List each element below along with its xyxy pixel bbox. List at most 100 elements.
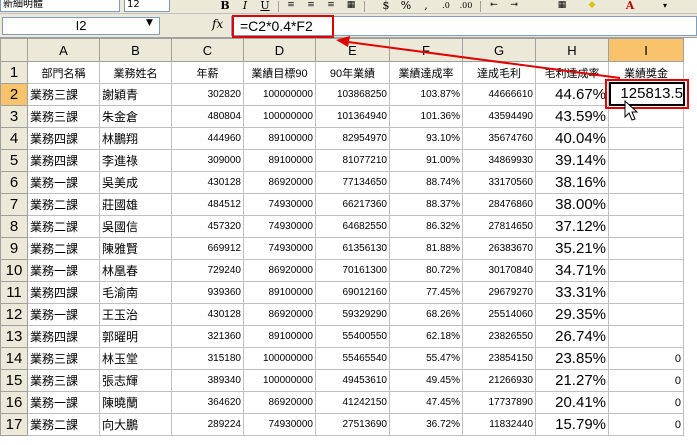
achievement-rate-cell[interactable]: 68.26% xyxy=(389,303,463,326)
row-header[interactable]: 5 xyxy=(0,149,28,172)
row-header[interactable]: 7 xyxy=(0,193,28,216)
name-cell[interactable]: 王玉治 xyxy=(99,303,172,326)
italic-button[interactable]: I xyxy=(237,0,253,12)
achievement-rate-cell[interactable]: 81.88% xyxy=(389,237,463,260)
header-cell-name[interactable]: 業務姓名 xyxy=(99,61,172,84)
row-header[interactable]: 16 xyxy=(0,391,28,414)
profit-rate-cell[interactable]: 38.00% xyxy=(535,193,609,216)
profit-cell[interactable]: 23826550 xyxy=(462,325,536,348)
name-cell[interactable]: 吳美成 xyxy=(99,171,172,194)
row-header[interactable]: 6 xyxy=(0,171,28,194)
column-header-A[interactable]: A xyxy=(27,38,100,62)
profit-rate-cell[interactable]: 37.12% xyxy=(535,215,609,238)
target-cell[interactable]: 100000000 xyxy=(243,105,316,128)
name-cell[interactable]: 李進祿 xyxy=(99,149,172,172)
row-header[interactable]: 15 xyxy=(0,369,28,392)
bonus-cell[interactable]: 0 xyxy=(608,369,684,392)
column-header-I[interactable]: I xyxy=(608,38,684,62)
dept-cell[interactable]: 業務四課 xyxy=(27,281,100,304)
dept-cell[interactable]: 業務一課 xyxy=(27,391,100,414)
target-cell[interactable]: 100000000 xyxy=(243,347,316,370)
bonus-cell[interactable] xyxy=(608,149,684,172)
profit-cell[interactable]: 28476860 xyxy=(462,193,536,216)
profit-rate-cell[interactable]: 43.59% xyxy=(535,105,609,128)
profit-cell[interactable]: 29679270 xyxy=(462,281,536,304)
bonus-cell[interactable] xyxy=(608,215,684,238)
currency-button[interactable]: $ xyxy=(378,0,394,12)
actual-cell[interactable]: 59329290 xyxy=(315,303,390,326)
achievement-rate-cell[interactable]: 80.72% xyxy=(389,259,463,282)
dept-cell[interactable]: 業務二課 xyxy=(27,215,100,238)
row-header[interactable]: 10 xyxy=(0,259,28,282)
align-left-icon[interactable]: ≡ xyxy=(283,0,299,12)
bonus-cell[interactable] xyxy=(608,193,684,216)
name-cell[interactable]: 張志輝 xyxy=(99,369,172,392)
profit-rate-cell[interactable]: 23.85% xyxy=(535,347,609,370)
name-cell[interactable]: 謝穎青 xyxy=(99,83,172,106)
name-box-dropdown-icon[interactable]: ▼ xyxy=(146,18,153,28)
salary-cell[interactable]: 444960 xyxy=(171,127,244,150)
row-header[interactable]: 3 xyxy=(0,105,28,128)
bonus-cell[interactable] xyxy=(608,127,684,150)
actual-cell[interactable]: 77134650 xyxy=(315,171,390,194)
salary-cell[interactable]: 309000 xyxy=(171,149,244,172)
percent-button[interactable]: % xyxy=(398,0,414,12)
column-header-C[interactable]: C xyxy=(171,38,244,62)
dept-cell[interactable]: 業務二課 xyxy=(27,237,100,260)
profit-cell[interactable]: 21266930 xyxy=(462,369,536,392)
name-cell[interactable]: 毛渝南 xyxy=(99,281,172,304)
target-cell[interactable]: 100000000 xyxy=(243,83,316,106)
target-cell[interactable]: 89100000 xyxy=(243,149,316,172)
actual-cell[interactable]: 41242150 xyxy=(315,391,390,414)
salary-cell[interactable]: 729240 xyxy=(171,259,244,282)
dept-cell[interactable]: 業務四課 xyxy=(27,325,100,348)
profit-cell[interactable]: 33170560 xyxy=(462,171,536,194)
actual-cell[interactable]: 49453610 xyxy=(315,369,390,392)
profit-rate-cell[interactable]: 39.14% xyxy=(535,149,609,172)
profit-rate-cell[interactable]: 34.71% xyxy=(535,259,609,282)
row-header[interactable]: 14 xyxy=(0,347,28,370)
font-color-icon[interactable]: A xyxy=(622,0,638,12)
name-cell[interactable]: 朱金倉 xyxy=(99,105,172,128)
dept-cell[interactable]: 業務三課 xyxy=(27,83,100,106)
header-cell-profit[interactable]: 達成毛利 xyxy=(462,61,536,84)
header-cell-salary[interactable]: 年薪 xyxy=(171,61,244,84)
profit-rate-cell[interactable]: 38.16% xyxy=(535,171,609,194)
name-box[interactable]: I2 xyxy=(2,17,160,35)
decrease-decimal-icon[interactable]: .00 xyxy=(458,0,474,12)
name-cell[interactable]: 莊國雄 xyxy=(99,193,172,216)
profit-cell[interactable]: 27814650 xyxy=(462,215,536,238)
target-cell[interactable]: 89100000 xyxy=(243,325,316,348)
name-cell[interactable]: 林鵬翔 xyxy=(99,127,172,150)
profit-cell[interactable]: 44666610 xyxy=(462,83,536,106)
comma-button[interactable]: , xyxy=(418,0,434,12)
column-header-B[interactable]: B xyxy=(99,38,172,62)
salary-cell[interactable]: 389340 xyxy=(171,369,244,392)
row-header[interactable]: 4 xyxy=(0,127,28,150)
profit-cell[interactable]: 35674760 xyxy=(462,127,536,150)
target-cell[interactable]: 74930000 xyxy=(243,237,316,260)
target-cell[interactable]: 86920000 xyxy=(243,391,316,414)
profit-cell[interactable]: 34869930 xyxy=(462,149,536,172)
bonus-cell[interactable]: 0 xyxy=(608,391,684,414)
bonus-cell[interactable]: 0 xyxy=(608,347,684,370)
achievement-rate-cell[interactable]: 49.45% xyxy=(389,369,463,392)
profit-rate-cell[interactable]: 33.31% xyxy=(535,281,609,304)
achievement-rate-cell[interactable]: 91.00% xyxy=(389,149,463,172)
dept-cell[interactable]: 業務一課 xyxy=(27,259,100,282)
bold-button[interactable]: B xyxy=(217,0,233,12)
actual-cell[interactable]: 70161300 xyxy=(315,259,390,282)
bonus-cell[interactable] xyxy=(608,281,684,304)
header-cell-rate[interactable]: 業績達成率 xyxy=(389,61,463,84)
column-header-F[interactable]: F xyxy=(389,38,463,62)
actual-cell[interactable]: 55400550 xyxy=(315,325,390,348)
dept-cell[interactable]: 業務一課 xyxy=(27,303,100,326)
achievement-rate-cell[interactable]: 77.45% xyxy=(389,281,463,304)
dept-cell[interactable]: 業務三課 xyxy=(27,369,100,392)
salary-cell[interactable]: 315180 xyxy=(171,347,244,370)
dept-cell[interactable]: 業務一課 xyxy=(27,171,100,194)
salary-cell[interactable]: 939360 xyxy=(171,281,244,304)
name-cell[interactable]: 林玉堂 xyxy=(99,347,172,370)
name-cell[interactable]: 郭曜明 xyxy=(99,325,172,348)
dept-cell[interactable]: 業務四課 xyxy=(27,127,100,150)
